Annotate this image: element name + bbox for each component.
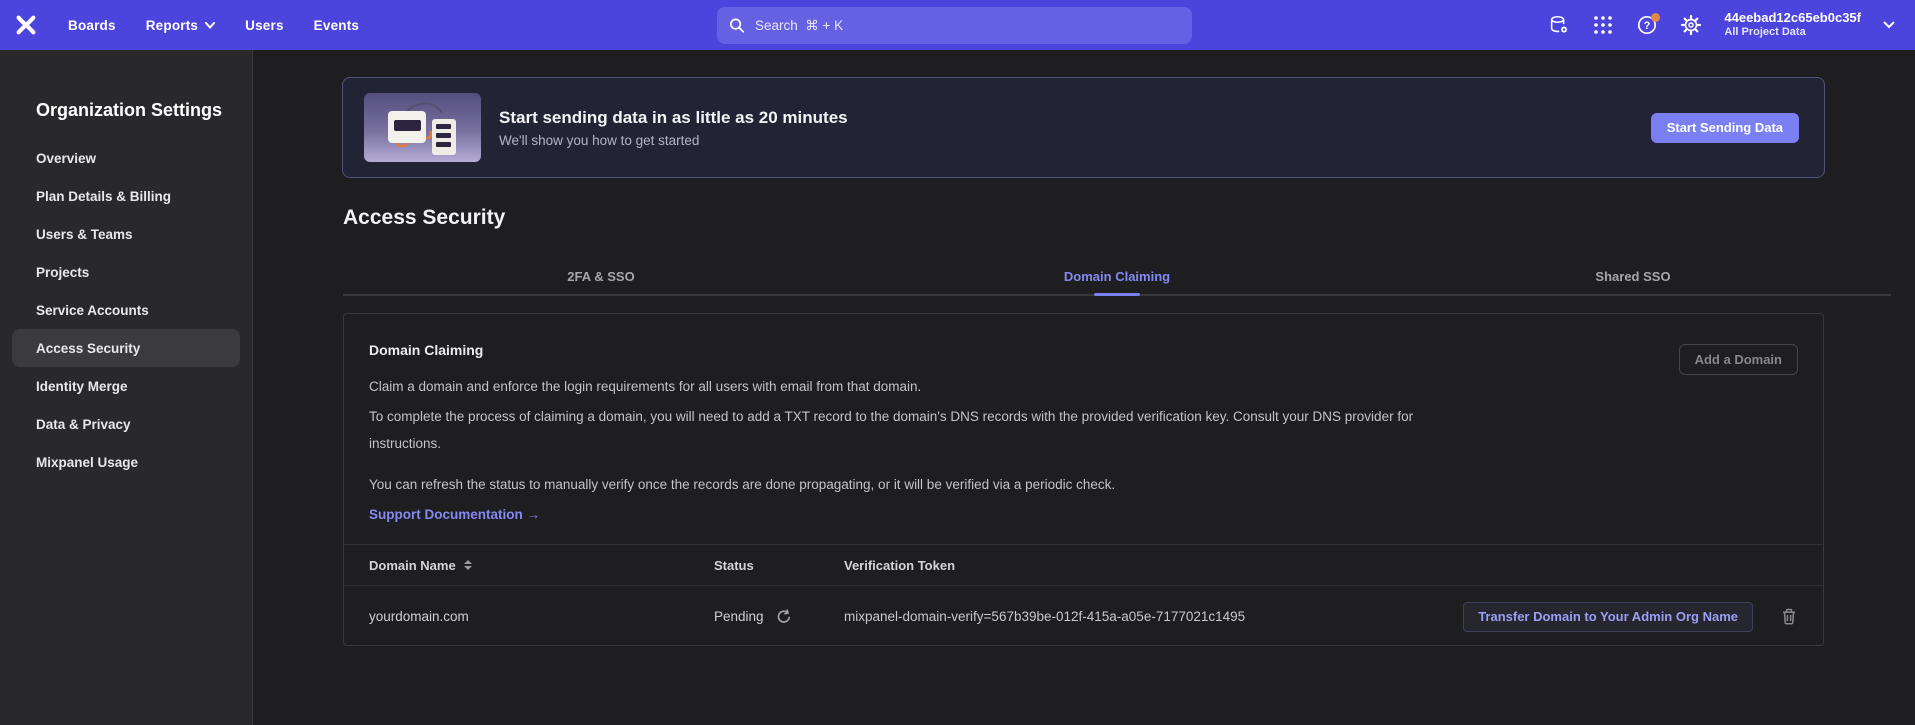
global-search[interactable] [717, 7, 1192, 44]
nav-item-boards[interactable]: Boards [68, 18, 116, 33]
column-header-status: Status [714, 558, 844, 573]
card-title: Domain Claiming [369, 342, 483, 358]
onboarding-banner: Start sending data in as little as 20 mi… [342, 77, 1825, 178]
sidebar-item-mixpanel-usage[interactable]: Mixpanel Usage [0, 443, 252, 481]
domain-name-cell: yourdomain.com [369, 609, 714, 624]
sidebar-item-access-security[interactable]: Access Security [12, 329, 240, 367]
chevron-down-icon [205, 22, 215, 29]
apps-grid-icon[interactable] [1592, 14, 1614, 36]
sidebar-item-data-privacy[interactable]: Data & Privacy [0, 405, 252, 443]
access-security-tabs: 2FA & SSO Domain Claiming Shared SSO [343, 258, 1891, 296]
add-domain-button[interactable]: Add a Domain [1679, 344, 1798, 375]
notification-badge [1651, 13, 1660, 22]
data-management-icon[interactable] [1548, 14, 1570, 36]
banner-title: Start sending data in as little as 20 mi… [499, 108, 848, 128]
settings-gear-icon[interactable] [1680, 14, 1702, 36]
illustration-detail [432, 119, 456, 155]
nav-item-users[interactable]: Users [245, 18, 284, 33]
mixpanel-logo-icon[interactable] [14, 13, 38, 37]
banner-illustration [364, 93, 481, 162]
project-selector[interactable]: 44eebad12c65eb0c35f All Project Data [1724, 10, 1861, 40]
refresh-status-button[interactable] [776, 609, 792, 625]
table-row: yourdomain.com Pending mixpanel-domain-v… [344, 586, 1823, 647]
tab-2fa-sso[interactable]: 2FA & SSO [343, 258, 859, 294]
help-icon[interactable]: ? [1636, 14, 1658, 36]
banner-subtitle: We'll show you how to get started [499, 133, 848, 148]
table-header-row: Domain Name Status Verification Token [344, 544, 1823, 586]
card-description-2: To complete the process of claiming a do… [369, 403, 1429, 457]
nav-item-events[interactable]: Events [314, 18, 359, 33]
sidebar-item-plan-details-billing[interactable]: Plan Details & Billing [0, 177, 252, 215]
transfer-domain-button[interactable]: Transfer Domain to Your Admin Org Name [1463, 602, 1753, 632]
trash-icon [1781, 608, 1797, 625]
page-title: Access Security [343, 206, 505, 230]
start-sending-data-button[interactable]: Start Sending Data [1651, 113, 1799, 143]
svg-text:?: ? [1644, 20, 1651, 32]
delete-domain-button[interactable] [1781, 608, 1797, 625]
card-description-3: You can refresh the status to manually v… [369, 471, 1115, 498]
sidebar-item-service-accounts[interactable]: Service Accounts [0, 291, 252, 329]
search-input[interactable] [755, 18, 1180, 33]
status-cell: Pending [714, 609, 844, 625]
sidebar-item-projects[interactable]: Projects [0, 253, 252, 291]
column-header-verification-token: Verification Token [844, 558, 1823, 573]
support-documentation-link[interactable]: Support Documentation → [369, 501, 540, 528]
sidebar-item-users-teams[interactable]: Users & Teams [0, 215, 252, 253]
tab-shared-sso[interactable]: Shared SSO [1375, 258, 1891, 294]
project-id: 44eebad12c65eb0c35f [1724, 10, 1861, 26]
column-header-domain-name[interactable]: Domain Name [369, 558, 714, 573]
refresh-icon [776, 609, 792, 625]
tab-domain-claiming[interactable]: Domain Claiming [859, 258, 1375, 294]
sidebar-title: Organization Settings [36, 100, 222, 121]
nav-item-reports[interactable]: Reports [146, 18, 215, 33]
illustration-detail [388, 111, 426, 143]
sidebar-item-identity-merge[interactable]: Identity Merge [0, 367, 252, 405]
project-scope: All Project Data [1724, 26, 1861, 40]
active-tab-indicator [1094, 293, 1140, 296]
top-navigation: Boards Reports Users Events ? [0, 0, 1915, 50]
sort-icon[interactable] [464, 560, 472, 570]
status-badge: Pending [714, 609, 764, 624]
card-description-1: Claim a domain and enforce the login req… [369, 373, 921, 400]
domain-claiming-card: Domain Claiming Claim a domain and enfor… [343, 313, 1824, 646]
sidebar-item-overview[interactable]: Overview [0, 139, 252, 177]
verification-token-cell: mixpanel-domain-verify=567b39be-012f-415… [844, 609, 1463, 624]
chevron-down-icon[interactable] [1883, 21, 1895, 29]
organization-settings-sidebar: Organization Settings Overview Plan Deta… [0, 50, 253, 725]
search-icon [729, 17, 745, 34]
